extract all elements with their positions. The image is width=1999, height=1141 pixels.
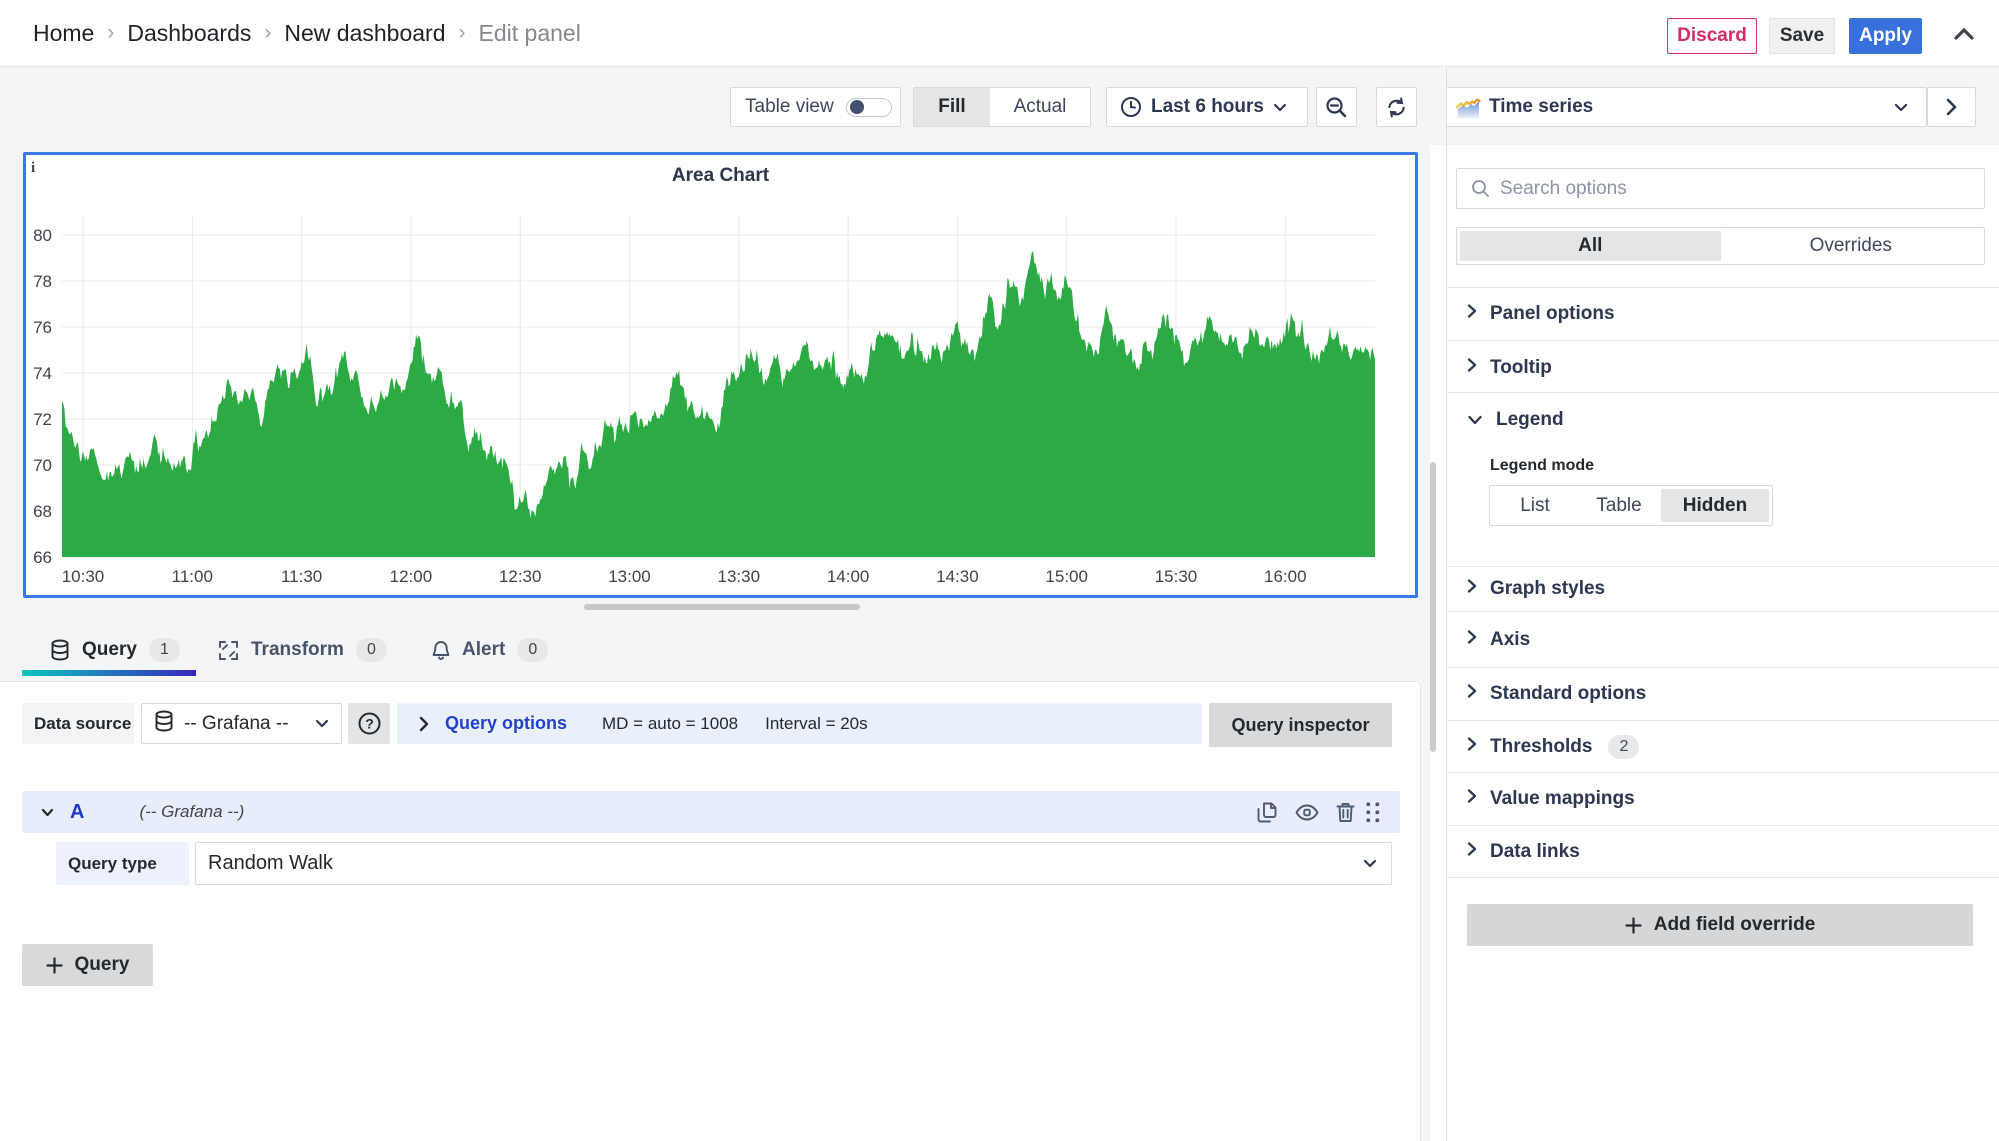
svg-text:70: 70	[33, 456, 52, 475]
svg-text:12:00: 12:00	[390, 567, 433, 586]
svg-text:?: ?	[365, 715, 374, 731]
svg-text:66: 66	[33, 548, 52, 567]
svg-text:68: 68	[33, 502, 52, 521]
svg-text:12:30: 12:30	[499, 567, 542, 586]
svg-text:13:00: 13:00	[608, 567, 651, 586]
svg-text:78: 78	[33, 272, 52, 291]
svg-text:11:00: 11:00	[172, 567, 213, 586]
svg-text:13:30: 13:30	[718, 567, 761, 586]
svg-text:14:00: 14:00	[827, 567, 870, 586]
svg-text:76: 76	[33, 318, 52, 337]
svg-text:14:30: 14:30	[936, 567, 979, 586]
svg-text:11:30: 11:30	[281, 567, 322, 586]
svg-text:15:00: 15:00	[1045, 567, 1088, 586]
svg-text:72: 72	[33, 410, 52, 429]
svg-text:15:30: 15:30	[1155, 567, 1198, 586]
svg-text:16:00: 16:00	[1264, 567, 1307, 586]
svg-text:80: 80	[33, 226, 52, 245]
svg-text:74: 74	[33, 364, 52, 383]
svg-text:10:30: 10:30	[62, 567, 105, 586]
